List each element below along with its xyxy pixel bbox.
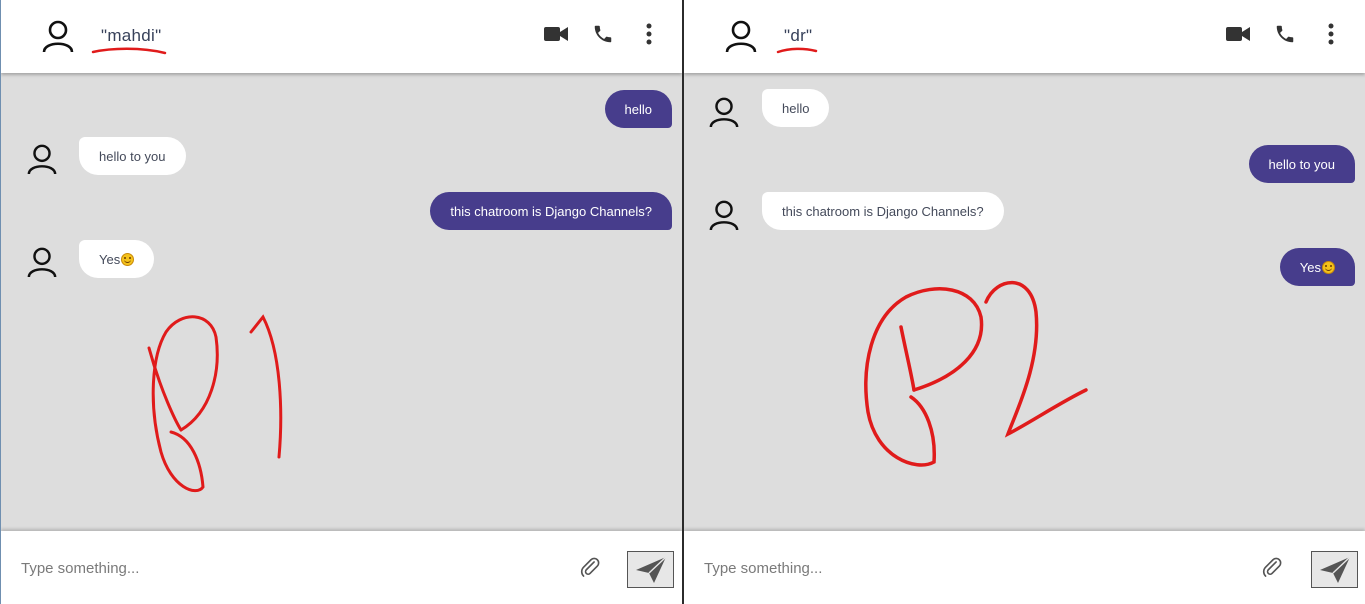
message-text: hello to you [99,148,166,164]
message-composer [684,531,1365,604]
chat-pane-right: "dr" hello hello to you this chatroom is… [684,0,1365,604]
chat-header: "dr" [684,0,1365,73]
contact-name[interactable]: "mahdi" [101,26,161,46]
contact-name[interactable]: "dr" [784,26,812,46]
incoming-message: hello to you [79,137,186,175]
message-text: this chatroom is Django Channels? [782,203,984,219]
message-text: this chatroom is Django Channels? [450,203,652,219]
phone-icon[interactable] [1272,20,1298,48]
smiley-emoji-icon [121,252,135,266]
send-icon [635,555,667,583]
user-icon [27,247,57,278]
phone-icon[interactable] [590,20,616,48]
incoming-message: this chatroom is Django Channels? [762,192,1004,230]
outgoing-message: hello [604,90,672,128]
red-underline-annotation [91,47,167,55]
message-text: hello [782,100,810,116]
message-text: Yes [1299,259,1321,275]
paperclip-icon[interactable] [577,553,603,581]
outgoing-message: Yes [1279,248,1355,286]
message-input[interactable] [702,553,1226,583]
send-button[interactable] [627,551,674,588]
outgoing-message: hello to you [1248,145,1355,183]
message-composer [1,531,682,604]
red-underline-annotation [776,47,818,54]
video-camera-icon[interactable] [1225,20,1251,48]
more-vertical-icon[interactable] [1318,20,1344,48]
chat-header: "mahdi" [1,0,682,73]
message-text: hello [624,101,652,117]
message-text: hello to you [1268,156,1336,172]
message-list: hello hello to you this chatroom is Djan… [684,74,1365,530]
smiley-emoji-icon [1322,260,1335,274]
message-list: hello hello to you this chatroom is Djan… [1,74,682,530]
message-input[interactable] [19,553,543,583]
user-icon [42,20,74,53]
user-icon [27,144,57,175]
message-text: Yes [99,251,121,267]
user-icon [709,97,739,128]
user-icon [725,20,757,53]
user-icon [709,200,739,231]
more-vertical-icon[interactable] [636,20,662,48]
send-icon [1319,555,1351,583]
incoming-message: hello [762,89,830,127]
chat-pane-left: "mahdi" hello hello to you this chatroom… [0,0,682,604]
video-camera-icon[interactable] [543,20,569,48]
p2-handwritten-annotation [864,280,1088,467]
paperclip-icon[interactable] [1259,553,1285,581]
send-button[interactable] [1311,551,1358,588]
p1-handwritten-annotation [147,314,283,493]
incoming-message: Yes [79,240,155,278]
outgoing-message: this chatroom is Django Channels? [430,192,672,230]
